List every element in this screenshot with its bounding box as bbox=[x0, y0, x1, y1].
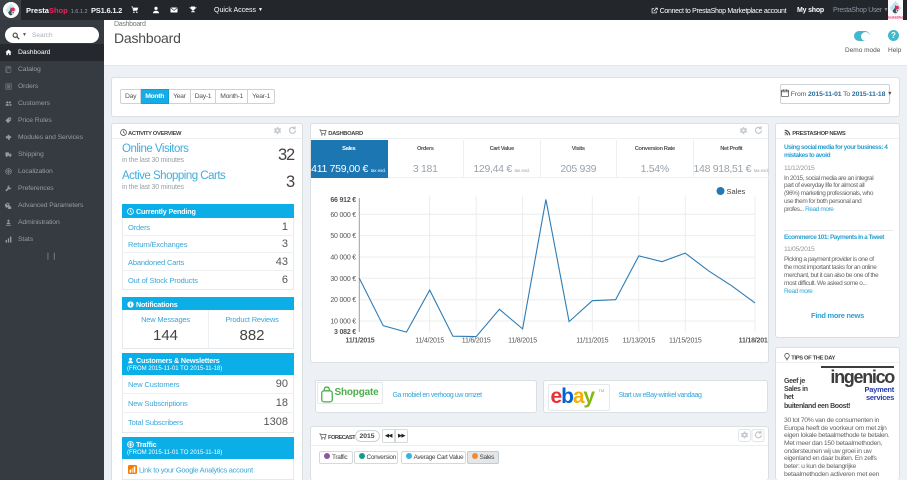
svg-text:3 082 €: 3 082 € bbox=[334, 329, 356, 336]
svg-text:66 912 €: 66 912 € bbox=[330, 197, 356, 204]
svg-text:11/15/2015: 11/15/2015 bbox=[669, 338, 702, 345]
svg-text:40 000 €: 40 000 € bbox=[330, 255, 356, 262]
svg-text:PrestaShop: PrestaShop bbox=[888, 16, 903, 20]
svg-text:11/4/2015: 11/4/2015 bbox=[415, 338, 444, 345]
svg-text:11/6/2015: 11/6/2015 bbox=[462, 338, 491, 345]
svg-text:60 000 €: 60 000 € bbox=[330, 212, 356, 219]
svg-text:11/1/2015: 11/1/2015 bbox=[346, 338, 375, 345]
svg-text:11/18/2015: 11/18/2015 bbox=[739, 338, 768, 345]
svg-text:11/11/2015: 11/11/2015 bbox=[576, 338, 608, 345]
svg-text:10 000 €: 10 000 € bbox=[330, 319, 356, 326]
svg-text:50 000 €: 50 000 € bbox=[330, 233, 356, 240]
svg-text:11/8/2015: 11/8/2015 bbox=[508, 338, 537, 345]
svg-text:11/13/2015: 11/13/2015 bbox=[623, 338, 656, 345]
svg-text:20 000 €: 20 000 € bbox=[330, 297, 356, 304]
svg-text:30 000 €: 30 000 € bbox=[330, 276, 356, 283]
svg-text:Sales: Sales bbox=[727, 187, 746, 196]
